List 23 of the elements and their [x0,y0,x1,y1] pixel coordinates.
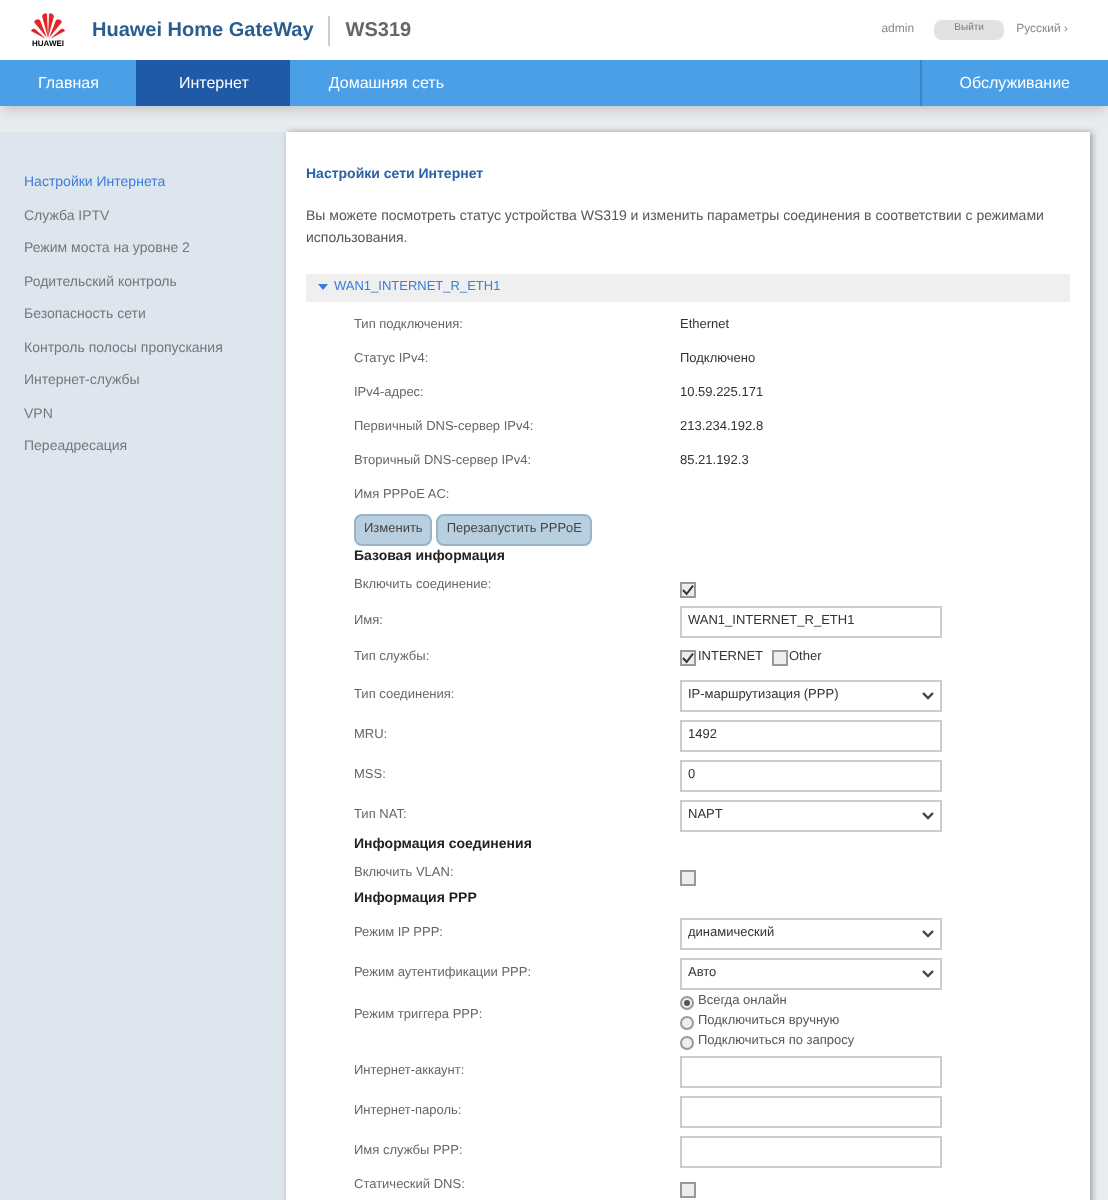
checkbox[interactable] [680,581,696,597]
caret-icon [318,282,328,292]
checkbox[interactable] [771,650,787,666]
chevron-icon [922,929,934,937]
logo-icon [30,12,66,40]
checkbox[interactable] [680,1181,696,1197]
input-field[interactable] [680,1135,942,1167]
chevron-icon [922,691,934,699]
nav-tab[interactable]: Интернет [136,60,291,106]
nav-tab[interactable]: Обслуживание [919,60,1108,106]
radio-button[interactable] [680,1015,694,1029]
model-name: WS319 [327,15,412,45]
radio-button[interactable] [680,1035,694,1049]
nav-tab[interactable]: Домашняя сеть [290,60,483,106]
input-field[interactable] [680,1095,942,1127]
radio-button[interactable] [680,995,694,1009]
app-title: Huawei Home GateWay [92,17,314,45]
checkbox[interactable] [680,869,696,885]
chevron-icon [922,811,934,819]
chevron-icon [922,969,934,977]
nav-tab[interactable]: Главная [0,60,137,106]
input-field[interactable] [680,1055,942,1087]
checkbox[interactable] [680,650,696,666]
